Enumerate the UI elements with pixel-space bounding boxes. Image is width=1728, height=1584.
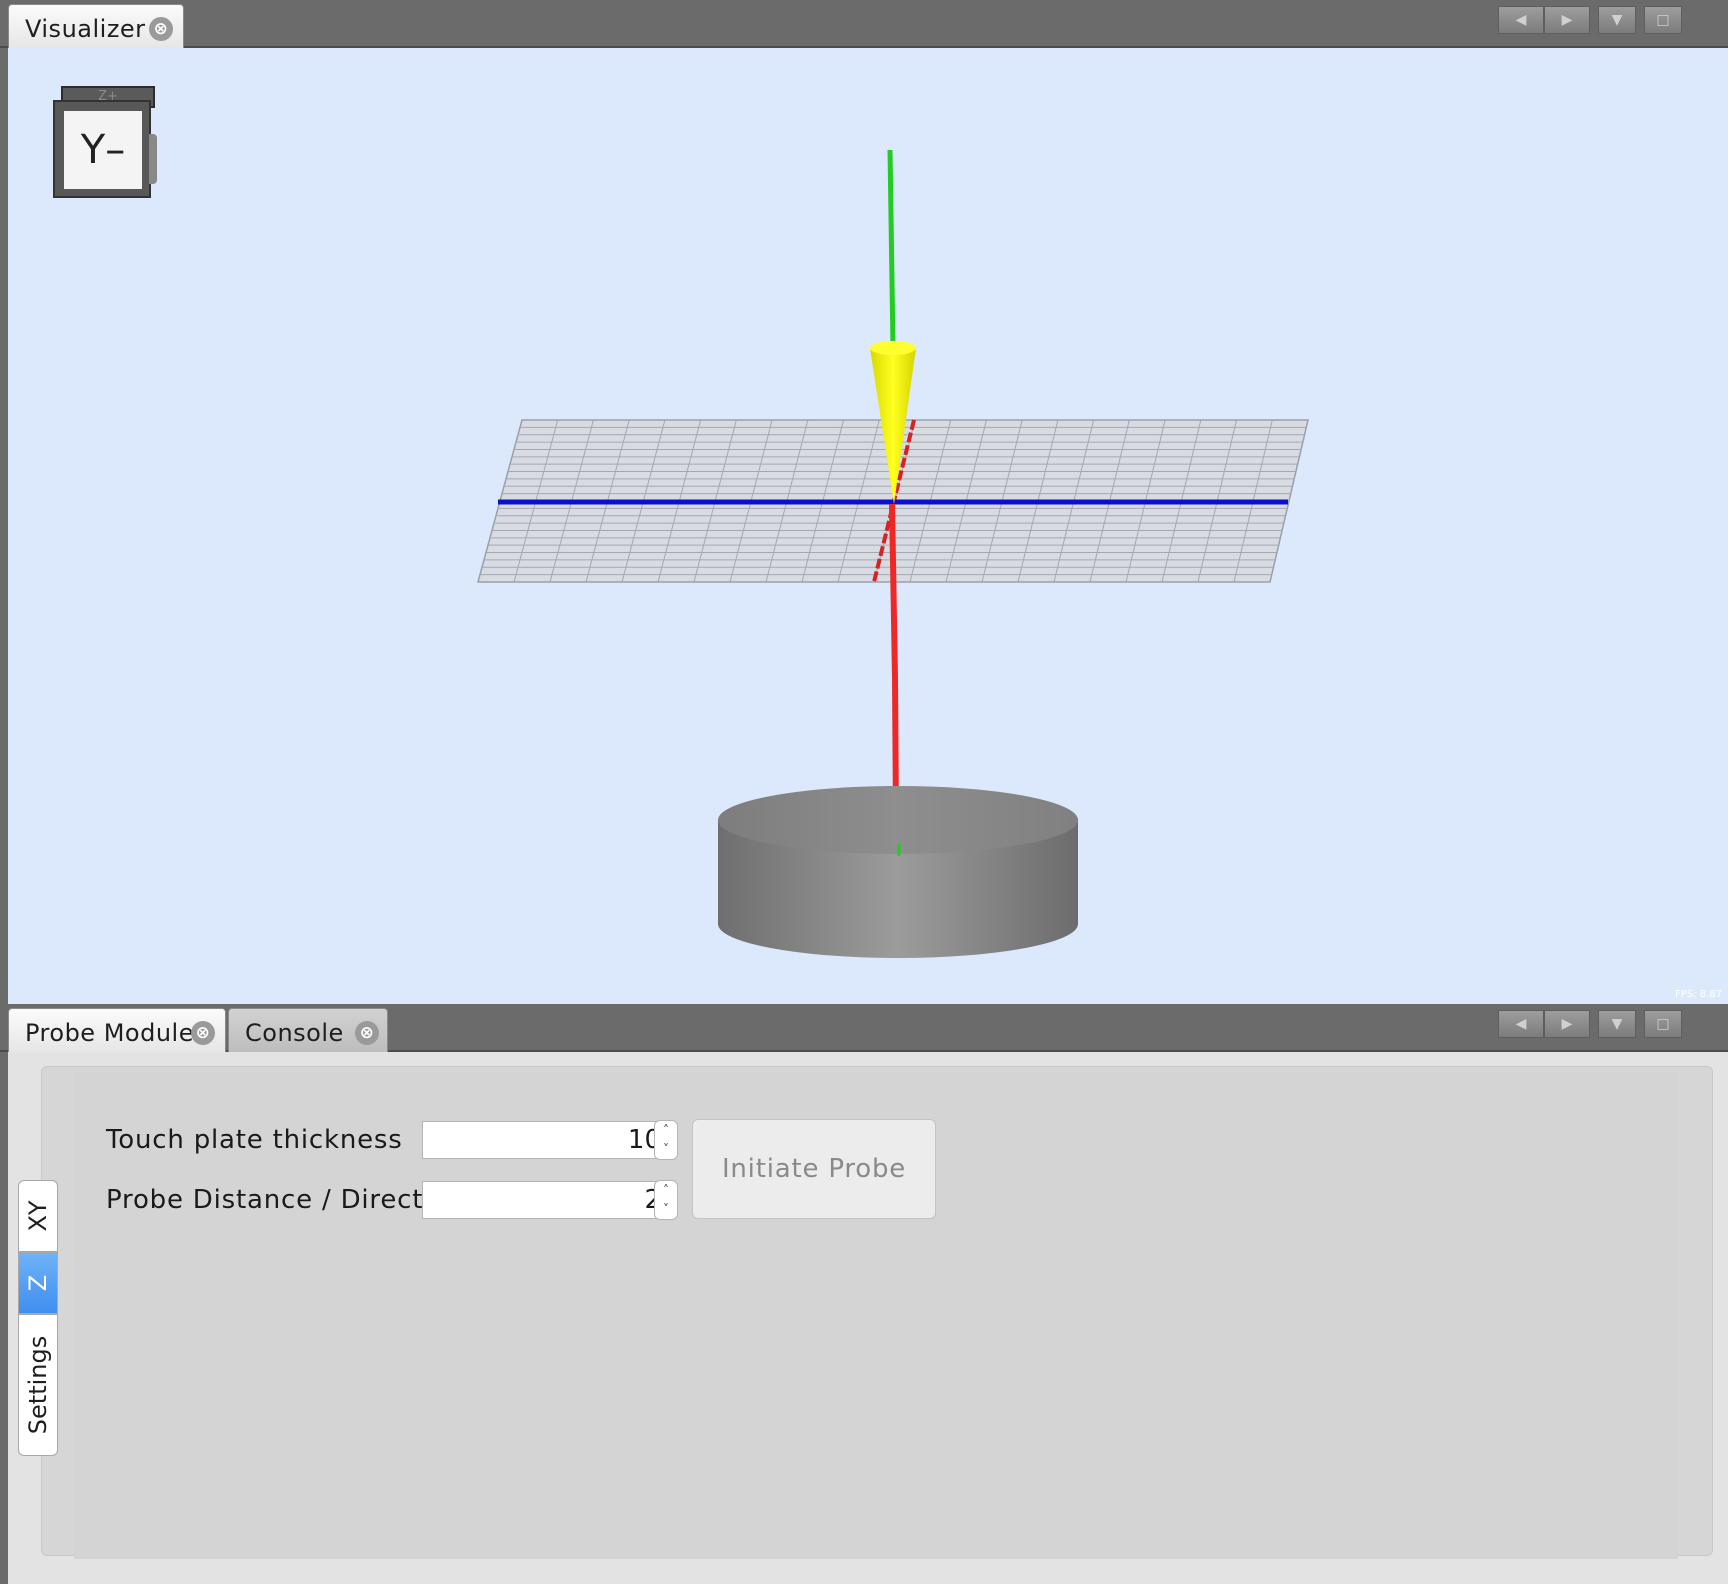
side-tab-z-label: Z xyxy=(24,1274,52,1292)
probe-distance-label: Probe Distance / Direction xyxy=(106,1185,466,1215)
visualizer-tabstrip: Visualizer ⊗ ◀ ▶ ▼ □ xyxy=(0,0,1728,48)
touch-plate xyxy=(718,786,1078,958)
close-icon[interactable]: ⊗ xyxy=(355,1021,379,1045)
tabstrip-controls: ◀ ▶ ▼ □ xyxy=(1498,6,1728,36)
tab-visualizer[interactable]: Visualizer ⊗ xyxy=(8,4,184,48)
side-tab-xy-label: XY xyxy=(24,1200,52,1232)
probe-side-tabs: XY Z Settings xyxy=(18,1180,58,1456)
probe-z-content: Touch plate thickness 10 ˄ ˅ Probe Dista… xyxy=(74,1073,1678,1559)
tab-probe-module-label: Probe Module xyxy=(25,1019,194,1047)
y-axis-line xyxy=(887,149,896,349)
maximize-button[interactable]: □ xyxy=(1644,6,1682,34)
tool-cone-top xyxy=(870,341,916,355)
previous-tab-button[interactable]: ◀ xyxy=(1498,1010,1544,1038)
probe-path-line xyxy=(889,503,899,819)
touch-plate-stepper[interactable]: ˄ ˅ xyxy=(654,1120,678,1160)
chevron-down-icon[interactable]: ˅ xyxy=(655,1140,677,1159)
scene-3d xyxy=(477,149,1309,958)
maximize-button[interactable]: □ xyxy=(1644,1010,1682,1038)
probe-module-frame: Touch plate thickness 10 ˄ ˅ Probe Dista… xyxy=(41,1066,1713,1559)
bottom-tabstrip: Probe Module ⊗ Console ⊗ ◀ ▶ ▼ □ xyxy=(0,1004,1728,1052)
side-tab-settings-label: Settings xyxy=(24,1335,52,1435)
probe-distance-field[interactable]: 2 xyxy=(422,1181,668,1219)
side-tab-settings[interactable]: Settings xyxy=(18,1314,58,1456)
close-icon[interactable]: ⊗ xyxy=(191,1021,215,1045)
chevron-up-icon[interactable]: ˄ xyxy=(655,1121,677,1140)
tab-console[interactable]: Console ⊗ xyxy=(228,1008,388,1052)
app-window: Visualizer ⊗ ◀ ▶ ▼ □ Z+ Y– FPS: 8.87 Pro… xyxy=(0,0,1728,1584)
visualizer-canvas[interactable]: Z+ Y– FPS: 8.87 xyxy=(8,48,1728,1004)
side-tab-xy[interactable]: XY xyxy=(18,1180,58,1252)
side-tab-z[interactable]: Z xyxy=(18,1252,58,1314)
view-cube-side[interactable] xyxy=(149,134,157,184)
initiate-probe-button[interactable]: Initiate Probe xyxy=(692,1119,936,1219)
tab-list-dropdown-button[interactable]: ▼ xyxy=(1598,1010,1636,1038)
next-tab-button[interactable]: ▶ xyxy=(1544,6,1590,34)
touch-plate-label: Touch plate thickness xyxy=(106,1125,403,1155)
view-cube[interactable]: Z+ Y– xyxy=(53,86,157,200)
chevron-down-icon[interactable]: ˅ xyxy=(655,1200,677,1219)
tab-list-dropdown-button[interactable]: ▼ xyxy=(1598,6,1636,34)
previous-tab-button[interactable]: ◀ xyxy=(1498,6,1544,34)
probe-distance-stepper[interactable]: ˄ ˅ xyxy=(654,1180,678,1220)
next-tab-button[interactable]: ▶ xyxy=(1544,1010,1590,1038)
probe-module-panel: Touch plate thickness 10 ˄ ˅ Probe Dista… xyxy=(8,1052,1728,1584)
fps-counter: FPS: 8.87 xyxy=(1675,989,1722,1000)
tab-probe-module[interactable]: Probe Module ⊗ xyxy=(8,1008,226,1052)
view-cube-front[interactable]: Y– xyxy=(53,100,151,198)
tabstrip-controls: ◀ ▶ ▼ □ xyxy=(1498,1010,1728,1040)
chevron-up-icon[interactable]: ˄ xyxy=(655,1181,677,1200)
view-cube-face-label[interactable]: Y– xyxy=(64,111,142,189)
touch-plate-field[interactable]: 10 xyxy=(422,1121,668,1159)
tab-console-label: Console xyxy=(245,1019,344,1047)
close-icon[interactable]: ⊗ xyxy=(149,17,173,41)
tab-visualizer-label: Visualizer xyxy=(25,15,146,43)
